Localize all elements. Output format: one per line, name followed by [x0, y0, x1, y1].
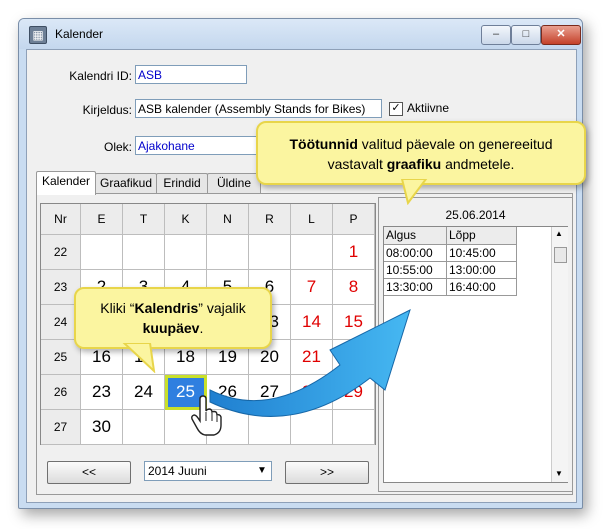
maximize-button[interactable]: □ — [511, 25, 541, 45]
description-field[interactable]: ASB kalender (Assembly Stands for Bikes) — [135, 99, 382, 118]
month-select-value: 2014 Juuni — [148, 464, 207, 478]
day-cell — [207, 235, 249, 270]
day-cell — [291, 235, 333, 270]
chevron-down-icon[interactable]: ▼ — [254, 463, 270, 479]
month-select[interactable]: 2014 Juuni ▼ — [144, 461, 272, 481]
day-cell — [249, 235, 291, 270]
state-field[interactable]: Ajakohane — [135, 136, 265, 155]
calendar-header-5: R — [249, 204, 291, 235]
calendar-header-4: N — [207, 204, 249, 235]
times-header-0: Algus — [384, 227, 447, 245]
selected-date: 25.06.2014 — [445, 208, 506, 222]
calendar-id-label: Kalendri ID: — [69, 69, 132, 83]
callout2-bold1: Kalendris — [134, 300, 199, 316]
callout1-bold1: Töötunnid — [289, 136, 358, 152]
day-cell — [165, 235, 207, 270]
scroll-thumb[interactable] — [554, 247, 567, 263]
description-label: Kirjeldus: — [82, 103, 132, 117]
hand-pointer-icon — [191, 395, 222, 436]
callout2-pointer — [122, 343, 156, 373]
day-cell — [81, 235, 123, 270]
start-time-cell: 08:00:00 — [384, 245, 447, 262]
week-number: 26 — [41, 375, 81, 410]
day-cell[interactable]: 1 — [333, 235, 375, 270]
callout2-text2: ” vajalik — [198, 300, 246, 316]
close-button[interactable]: ✕ — [541, 25, 581, 45]
callout2-bold2: kuupäev — [142, 320, 200, 336]
calendar-header-1: E — [81, 204, 123, 235]
callout2-text1: Kliki “ — [100, 300, 135, 316]
calendar-id-field[interactable]: ASB — [135, 65, 247, 84]
day-cell[interactable]: 30 — [81, 410, 123, 445]
title-bar[interactable]: ▦ Kalender – □ ✕ — [19, 19, 582, 49]
window-title: Kalender — [55, 27, 104, 41]
callout1-text2: andmetele. — [441, 156, 515, 172]
callout1-pointer — [400, 179, 428, 205]
calendar-app-icon: ▦ — [29, 26, 47, 44]
prev-month-button[interactable]: << — [47, 461, 131, 484]
active-checkbox[interactable]: ✓ — [389, 102, 403, 116]
scroll-down-icon[interactable]: ▼ — [555, 469, 563, 478]
calendar-header-2: T — [123, 204, 165, 235]
calendar-header-3: K — [165, 204, 207, 235]
scrollbar[interactable]: ▲ ▼ — [551, 227, 568, 482]
next-month-button[interactable]: >> — [285, 461, 369, 484]
tab-uldine[interactable]: Üldine — [207, 173, 261, 194]
click-date-callout: Kliki “Kalendris” vajalik kuupäev. — [74, 287, 272, 349]
scroll-up-icon[interactable]: ▲ — [555, 229, 563, 238]
day-cell — [123, 235, 165, 270]
tab-erindid[interactable]: Erindid — [156, 173, 208, 194]
day-cell[interactable]: 23 — [81, 375, 123, 410]
week-number: 27 — [41, 410, 81, 445]
calendar-header-6: L — [291, 204, 333, 235]
end-time-cell: 13:00:00 — [447, 262, 517, 279]
calendar-header-7: P — [333, 204, 375, 235]
callout1-bold2: graafiku — [386, 156, 442, 172]
week-number: 22 — [41, 235, 81, 270]
end-time-cell: 16:40:00 — [447, 279, 517, 296]
callout2-text3: . — [199, 320, 204, 336]
tab-kalender[interactable]: Kalender — [36, 171, 96, 195]
work-hours-callout: Töötunnid valitud päevale on genereeitud… — [256, 121, 586, 185]
active-label: Aktiivne — [407, 101, 450, 115]
week-number: 25 — [41, 340, 81, 375]
day-cell[interactable]: 24 — [123, 375, 165, 410]
minimize-button[interactable]: – — [481, 25, 511, 45]
end-time-cell: 10:45:00 — [447, 245, 517, 262]
tab-graafikud[interactable]: Graafikud — [95, 173, 157, 194]
day-cell — [123, 410, 165, 445]
start-time-cell: 10:55:00 — [384, 262, 447, 279]
state-label: Olek: — [103, 140, 132, 154]
times-header-1: Lõpp — [447, 227, 517, 245]
calendar-header-0: Nr — [41, 204, 81, 235]
